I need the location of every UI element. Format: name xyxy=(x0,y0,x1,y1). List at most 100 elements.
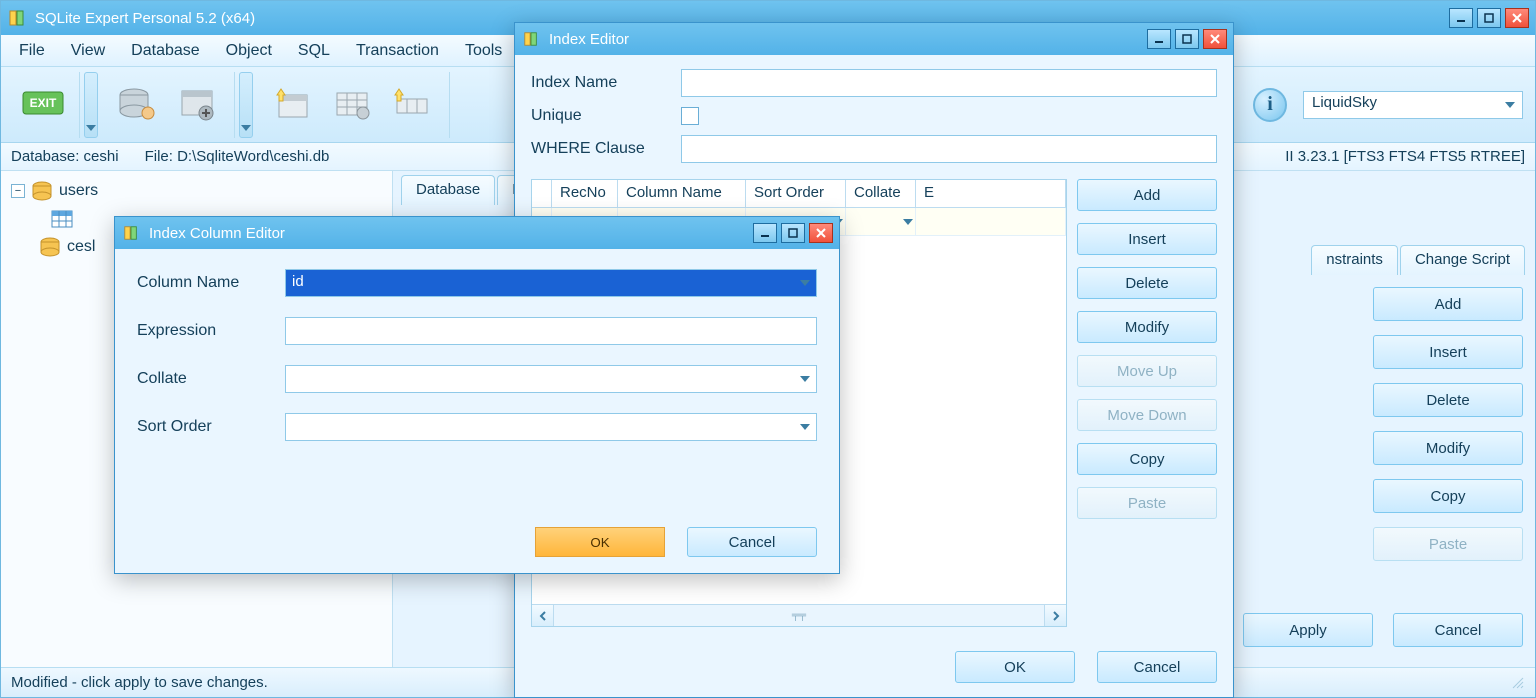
ie-add-button[interactable]: Add xyxy=(1077,179,1217,211)
toolbar-group-right: i LiquidSky xyxy=(1247,72,1529,138)
menu-sql[interactable]: SQL xyxy=(288,38,340,64)
menu-tools[interactable]: Tools xyxy=(455,38,512,64)
ie-label-index-name: Index Name xyxy=(531,74,671,92)
ice-row-collate: Collate xyxy=(137,365,817,393)
ie-delete-button[interactable]: Delete xyxy=(1077,267,1217,299)
info-icon[interactable]: i xyxy=(1253,88,1287,122)
scroll-right-icon[interactable] xyxy=(1044,605,1066,626)
ie-modify-button[interactable]: Modify xyxy=(1077,311,1217,343)
tree-collapse-toggle[interactable]: − xyxy=(11,184,25,198)
apply-button[interactable]: Apply xyxy=(1243,613,1373,647)
menu-file[interactable]: File xyxy=(9,38,55,64)
exit-button[interactable]: EXIT xyxy=(17,79,69,131)
toolbar-dropdown-1[interactable] xyxy=(84,72,98,138)
ie-moveup-button: Move Up xyxy=(1077,355,1217,387)
ie-cell-e[interactable] xyxy=(916,208,1066,235)
ie-checkbox-unique[interactable] xyxy=(681,107,699,125)
ie-minimize-button[interactable] xyxy=(1147,29,1171,49)
main-close-button[interactable] xyxy=(1505,8,1529,28)
new-table-icon[interactable] xyxy=(267,79,319,131)
database-icon xyxy=(39,237,61,257)
ie-cancel-button[interactable]: Cancel xyxy=(1097,651,1217,683)
scroll-left-icon[interactable] xyxy=(532,605,554,626)
chevron-down-icon xyxy=(86,125,96,131)
tree-child-label: cesl xyxy=(67,238,95,256)
database-settings-icon[interactable] xyxy=(172,79,224,131)
main-maximize-button[interactable] xyxy=(1477,8,1501,28)
ice-ok-button[interactable]: OK xyxy=(535,527,665,557)
paste-button: Paste xyxy=(1373,527,1523,561)
theme-select[interactable]: LiquidSky xyxy=(1303,91,1523,119)
ie-input-index-name[interactable] xyxy=(681,69,1217,97)
main-minimize-button[interactable] xyxy=(1449,8,1473,28)
tab-change-script[interactable]: Change Script xyxy=(1400,245,1525,275)
menu-database[interactable]: Database xyxy=(121,38,210,64)
ice-label-collate: Collate xyxy=(137,370,275,388)
tab-constraints[interactable]: nstraints xyxy=(1311,245,1398,275)
database-user-icon[interactable] xyxy=(112,79,164,131)
resize-grip-icon[interactable] xyxy=(1511,676,1525,690)
ice-titlebar: Index Column Editor xyxy=(115,217,839,249)
ie-col-sort-order[interactable]: Sort Order xyxy=(746,180,846,207)
ice-title: Index Column Editor xyxy=(149,225,285,242)
ie-table-header: RecNo Column Name Sort Order Collate E xyxy=(532,180,1066,208)
database-icon xyxy=(31,181,53,201)
tab-database[interactable]: Database xyxy=(401,175,495,205)
copy-button[interactable]: Copy xyxy=(1373,479,1523,513)
status-message: Modified - click apply to save changes. xyxy=(11,674,268,691)
database-label: Database: ceshi xyxy=(11,148,119,165)
scroll-track[interactable]: ╤╤ xyxy=(554,610,1044,621)
sqlite-version-label: II 3.23.1 [FTS3 FTS4 FTS5 RTREE] xyxy=(1285,148,1525,165)
ie-insert-button[interactable]: Insert xyxy=(1077,223,1217,255)
side-buttons: Add Insert Delete Modify Copy Paste xyxy=(1373,287,1523,561)
ie-paste-button: Paste xyxy=(1077,487,1217,519)
ie-hscrollbar[interactable]: ╤╤ xyxy=(532,604,1066,626)
ice-close-button[interactable] xyxy=(809,223,833,243)
app-icon xyxy=(121,223,141,243)
table-settings-icon[interactable] xyxy=(327,79,379,131)
modify-button[interactable]: Modify xyxy=(1373,431,1523,465)
ie-movedown-button: Move Down xyxy=(1077,399,1217,431)
ie-cell-collate[interactable] xyxy=(846,208,916,235)
menu-transaction[interactable]: Transaction xyxy=(346,38,449,64)
ice-minimize-button[interactable] xyxy=(753,223,777,243)
ice-maximize-button[interactable] xyxy=(781,223,805,243)
ice-select-sort-order-value[interactable] xyxy=(285,413,817,441)
ice-label-expression: Expression xyxy=(137,322,275,340)
app-title: SQLite Expert Personal 5.2 (x64) xyxy=(35,10,255,27)
menu-view[interactable]: View xyxy=(61,38,115,64)
svg-text:EXIT: EXIT xyxy=(30,96,57,110)
add-button[interactable]: Add xyxy=(1373,287,1523,321)
ice-label-column-name: Column Name xyxy=(137,274,275,292)
ice-select-column-name[interactable]: id xyxy=(285,269,817,297)
ice-select-collate-value[interactable] xyxy=(285,365,817,393)
ie-ok-button[interactable]: OK xyxy=(955,651,1075,683)
ie-row-index-name: Index Name xyxy=(531,69,1217,97)
menu-object[interactable]: Object xyxy=(216,38,282,64)
index-column-editor-dialog: Index Column Editor Column Name id Expre… xyxy=(114,216,840,574)
ie-close-button[interactable] xyxy=(1203,29,1227,49)
ice-select-collate[interactable] xyxy=(285,365,817,393)
toolbar-group-2 xyxy=(102,72,235,138)
ice-cancel-button[interactable]: Cancel xyxy=(687,527,817,557)
ie-maximize-button[interactable] xyxy=(1175,29,1199,49)
ice-select-sort-order[interactable] xyxy=(285,413,817,441)
theme-select-value: LiquidSky xyxy=(1312,94,1377,111)
toolbar-dropdown-2[interactable] xyxy=(239,72,253,138)
ie-input-where[interactable] xyxy=(681,135,1217,163)
insert-button[interactable]: Insert xyxy=(1373,335,1523,369)
ie-copy-button[interactable]: Copy xyxy=(1077,443,1217,475)
ie-col-recno[interactable]: RecNo xyxy=(552,180,618,207)
app-icon xyxy=(7,8,27,28)
cancel-button[interactable]: Cancel xyxy=(1393,613,1523,647)
app-icon xyxy=(521,29,541,49)
index-editor-titlebar: Index Editor xyxy=(515,23,1233,55)
delete-button[interactable]: Delete xyxy=(1373,383,1523,417)
new-row-icon[interactable] xyxy=(387,79,439,131)
ie-col-column-name[interactable]: Column Name xyxy=(618,180,746,207)
ie-col-e[interactable]: E xyxy=(916,180,1066,207)
tree-root-row[interactable]: − users xyxy=(5,177,388,205)
ie-col-collate[interactable]: Collate xyxy=(846,180,916,207)
ice-input-expression[interactable] xyxy=(285,317,817,345)
ie-col-handle xyxy=(532,180,552,207)
